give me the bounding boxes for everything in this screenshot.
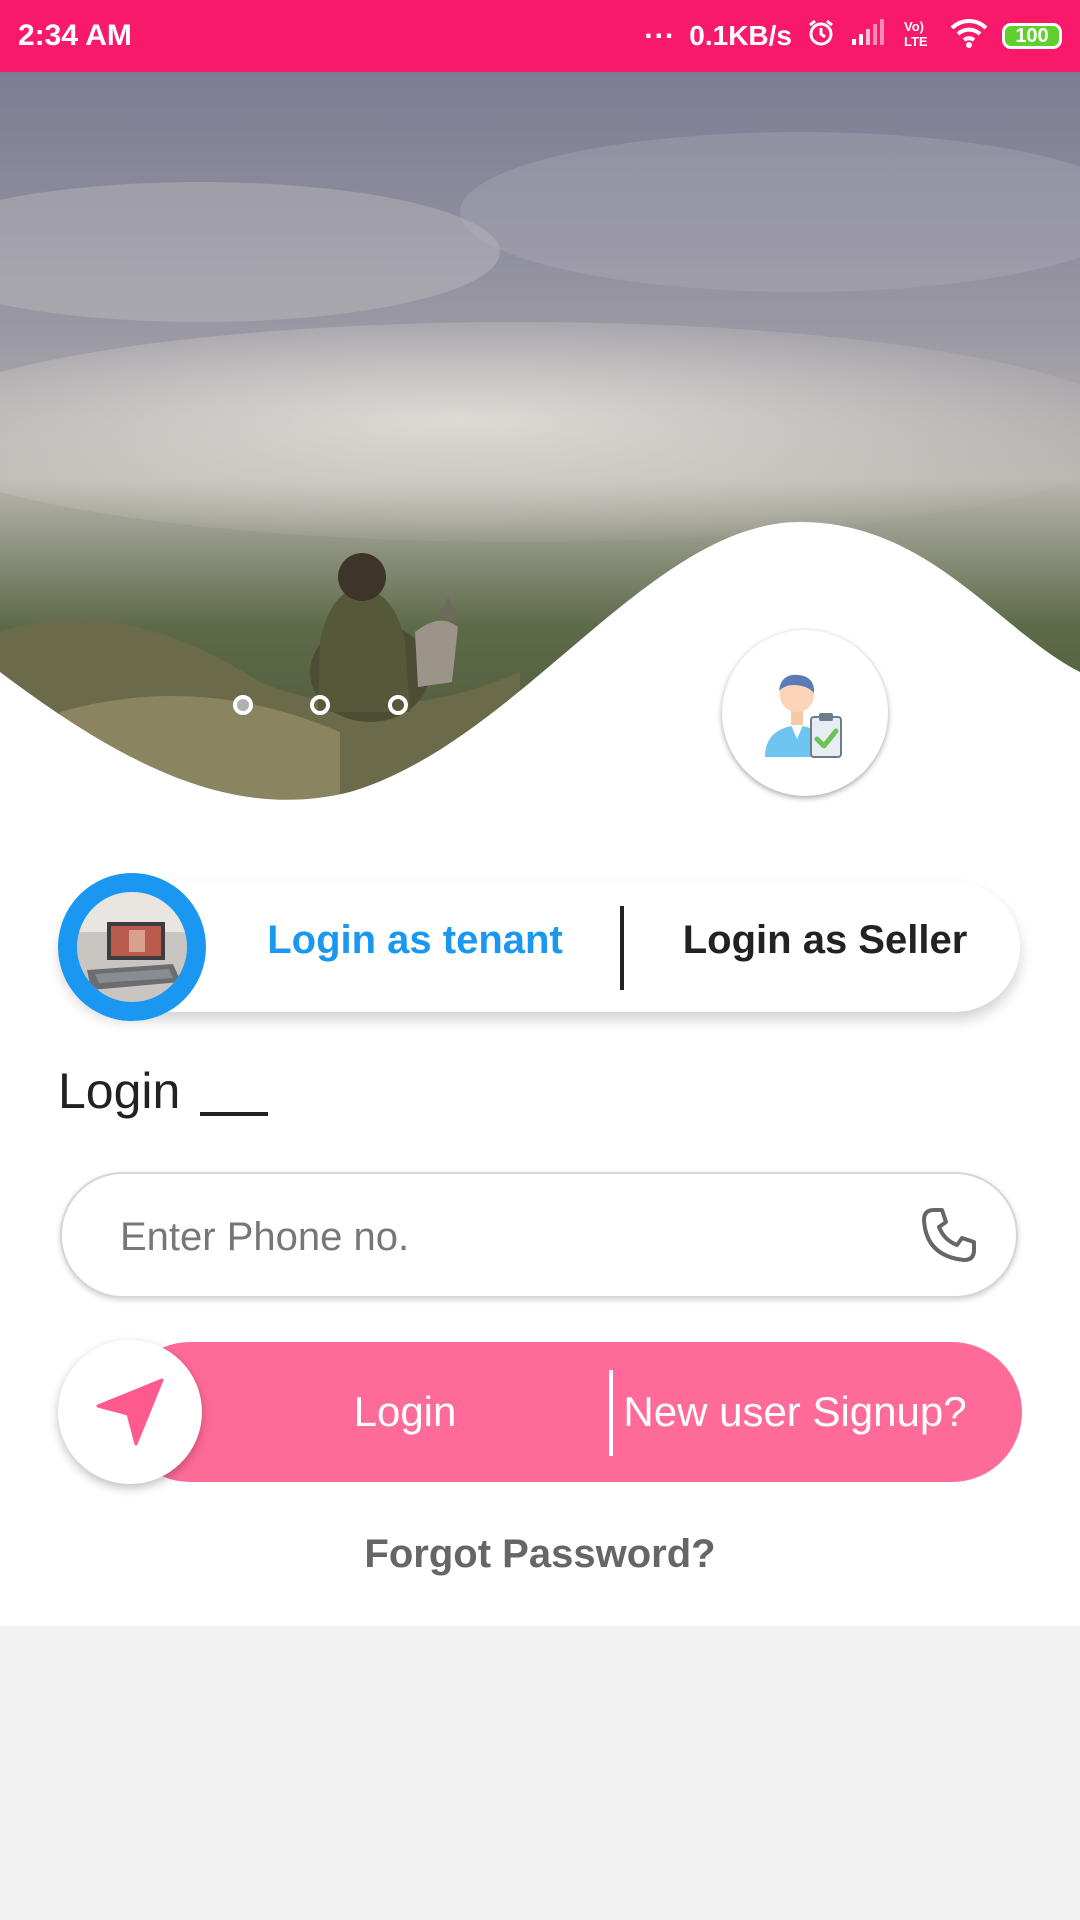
wifi-icon <box>950 18 988 55</box>
svg-text:Vo): Vo) <box>904 19 924 34</box>
seller-avatar-icon <box>765 674 842 758</box>
action-divider <box>609 1370 613 1456</box>
hero-carousel[interactable] <box>0 72 1080 812</box>
battery-icon: 100 <box>1002 23 1062 49</box>
signal-icon <box>850 18 888 54</box>
status-icons: ... 0.1KB/s Vo) LTE 100 <box>644 12 1062 55</box>
carousel-dot-1[interactable] <box>233 695 253 715</box>
svg-text:LTE: LTE <box>904 34 928 48</box>
tab-login-tenant[interactable]: Login as tenant <box>230 918 600 963</box>
tab-login-seller[interactable]: Login as Seller <box>640 918 1010 963</box>
login-button[interactable]: Login <box>210 1342 600 1482</box>
carousel-dot-2[interactable] <box>310 695 330 715</box>
send-button[interactable] <box>58 1340 202 1484</box>
page-title: Login <box>58 1063 181 1119</box>
carousel-dot-3[interactable] <box>388 695 408 715</box>
network-speed: 0.1KB/s <box>689 20 792 51</box>
forgot-password-link[interactable]: Forgot Password? <box>0 1532 1080 1577</box>
phone-input[interactable] <box>118 1202 902 1272</box>
seller-avatar <box>722 630 888 796</box>
heading-underline <box>200 1112 268 1116</box>
status-bar: 2:34 AM ... 0.1KB/s Vo) LTE 100 <box>0 0 1080 72</box>
alarm-icon <box>806 18 836 55</box>
phone-icon <box>918 1204 980 1271</box>
signup-button[interactable]: New user Signup? <box>622 1342 968 1482</box>
volte-icon: Vo) LTE <box>902 18 936 55</box>
status-time: 2:34 AM <box>18 19 132 52</box>
more-notifications-indicator: ... <box>644 12 676 45</box>
tenant-thumbnail <box>58 873 206 1021</box>
laptop-image <box>77 892 187 1002</box>
phone-field <box>60 1172 1018 1298</box>
tab-divider <box>620 906 624 990</box>
navigation-arrow-icon <box>96 1378 164 1446</box>
